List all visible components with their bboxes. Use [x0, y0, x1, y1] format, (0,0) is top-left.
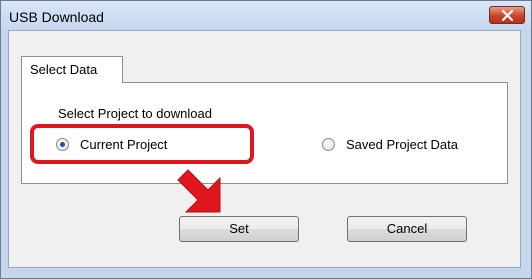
saved-project-data-label[interactable]: Saved Project Data [346, 137, 458, 152]
current-project-highlight [30, 124, 254, 164]
window-title: USB Download [9, 9, 104, 25]
close-icon [502, 10, 513, 21]
select-project-label: Select Project to download [58, 106, 212, 121]
cancel-button[interactable]: Cancel [347, 216, 467, 242]
set-button[interactable]: Set [179, 216, 299, 242]
close-button[interactable] [489, 6, 525, 24]
title-bar[interactable]: USB Download [1, 1, 531, 31]
red-arrow-icon [177, 169, 221, 213]
tab-select-data[interactable]: Select Data [21, 56, 123, 83]
tab-label: Select Data [30, 62, 98, 77]
saved-project-data-radio[interactable] [322, 138, 335, 151]
